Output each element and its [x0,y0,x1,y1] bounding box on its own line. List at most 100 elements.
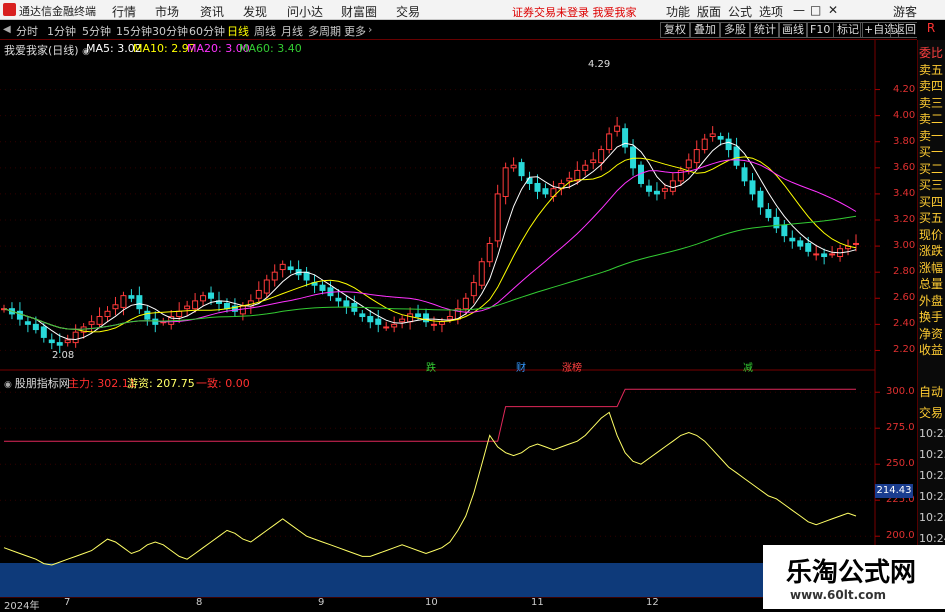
period-60min[interactable]: 60分钟 [189,23,225,39]
candle-body [470,282,477,297]
candle-body [733,146,740,166]
candle-body [829,253,836,256]
candle-body [765,209,772,218]
more-chevron-icon[interactable]: › [368,23,372,36]
period-weekly[interactable]: 周线 [254,23,276,39]
candle-body [136,295,143,310]
tool-overlay[interactable]: 叠加 [690,22,720,38]
side-panel-item[interactable]: 卖三 [919,95,945,111]
tool-back[interactable]: 返回 [890,22,920,38]
candle-body [112,304,119,310]
candle-body [630,146,637,169]
candle-body [407,313,414,323]
side-panel-item[interactable]: 买二 [919,161,945,177]
side-panel-item[interactable]: 卖四 [919,78,945,94]
tool-restore-rights[interactable]: 复权 [660,22,690,38]
menu-item-discover[interactable]: 发现 [243,3,267,20]
candle-body [725,138,732,151]
candle-body [72,331,79,344]
eye-icon[interactable]: ◉ [4,380,15,390]
indicator-title: ◉ 股朋指标网 [4,375,70,391]
right-panel-tab[interactable]: R [917,21,945,40]
menu-options[interactable]: 选项 [759,3,783,20]
candle-body [287,266,294,271]
main-force-line [4,388,856,442]
side-panel-item[interactable]: 现价 [919,227,945,243]
maximize-icon[interactable]: □ [810,3,821,17]
price-axis-label: 3.20 [893,214,916,225]
candle-body [781,224,788,237]
event-marker-reduce[interactable]: 减 [743,359,753,374]
tool-draw-line[interactable]: 画线 [778,22,808,38]
menu-item-market[interactable]: 市场 [155,3,179,20]
side-panel-item[interactable]: 收益 [919,342,945,358]
login-warning: 证券交易未登录 我爱我家 [512,6,637,19]
candle-body [653,190,660,195]
menu-function[interactable]: 功能 [666,3,690,20]
period-15min[interactable]: 15分钟 [116,23,152,39]
period-intraday[interactable]: 分时 [16,23,38,39]
guest-label[interactable]: 游客 [893,3,917,20]
date-label: 2024年 [4,601,40,612]
tool-multi-stock[interactable]: 多股 [720,22,750,38]
stock-title: 我爱我家(日线) ◉ [4,42,90,58]
candle-body [144,310,151,320]
date-label: 11 [531,597,544,608]
side-panel-item[interactable]: 买一 [919,144,945,160]
side-panel-item[interactable]: 买四 [919,194,945,210]
menu-item-wealth[interactable]: 财富圈 [341,3,377,20]
tool-mark[interactable]: 标记 [833,22,863,38]
period-daily[interactable]: 日线 [227,23,249,39]
side-panel-item[interactable]: 买五 [919,210,945,226]
event-marker-finance[interactable]: 财 [516,359,526,374]
candle-body [502,167,509,198]
candle-body [255,289,262,299]
candle-body [685,159,692,169]
close-icon[interactable]: ✕ [828,3,838,17]
side-panel-item[interactable]: 涨幅 [919,260,945,276]
period-multi[interactable]: 多周期 [308,23,341,39]
period-5min[interactable]: 5分钟 [82,23,111,39]
tool-statistics[interactable]: 统计 [750,22,780,38]
candle-body [335,297,342,302]
event-marker-rise-list[interactable]: 涨榜 [562,359,582,374]
candle-body [478,261,485,286]
menu-item-quotes[interactable]: 行情 [112,3,136,20]
price-axis-label: 3.40 [893,187,916,199]
side-panel-item[interactable]: 委比 [919,45,945,61]
high-price-label: 4.29 [588,59,611,70]
menu-layout[interactable]: 版面 [697,3,721,20]
kline-chart[interactable] [0,40,917,609]
candle-body [88,321,95,325]
side-panel-item[interactable]: 卖二 [919,111,945,127]
menu-item-ask[interactable]: 问小达 [287,3,323,20]
menu-item-news[interactable]: 资讯 [200,3,224,20]
app-title: 通达信金融终端 [19,5,96,18]
side-panel-item[interactable]: 涨跌 [919,243,945,259]
side-panel-item[interactable]: 卖五 [919,62,945,78]
menu-item-trade[interactable]: 交易 [396,3,420,20]
side-panel-item[interactable]: 净资 [919,326,945,342]
period-more[interactable]: 更多 [344,23,366,39]
period-1min[interactable]: 1分钟 [47,23,76,39]
side-panel-item[interactable]: 卖一 [919,128,945,144]
candle-body [741,167,748,182]
hot-money-line [3,411,857,566]
tool-f10[interactable]: F10 [806,22,835,38]
menu-formula[interactable]: 公式 [728,3,752,20]
minimize-icon[interactable]: — [793,3,805,17]
period-monthly[interactable]: 月线 [281,23,303,39]
candle-body [430,323,437,326]
side-panel-bottom-item: 自动 [919,385,944,399]
side-panel-item[interactable]: 外盘 [919,293,945,309]
period-30min[interactable]: 30分钟 [152,23,188,39]
price-axis-label: 2.60 [893,292,916,304]
side-panel-item[interactable]: 买三 [919,177,945,193]
price-axis-label: 2.20 [893,344,916,356]
event-marker-drop[interactable]: 跌 [426,359,436,374]
side-panel-item[interactable]: 总量 [919,276,945,292]
toolbar-arrow-icon[interactable]: ◀ [3,24,11,35]
side-panel-item[interactable]: 换手 [919,309,945,325]
candle-body [200,295,207,302]
candle-body [542,188,549,195]
